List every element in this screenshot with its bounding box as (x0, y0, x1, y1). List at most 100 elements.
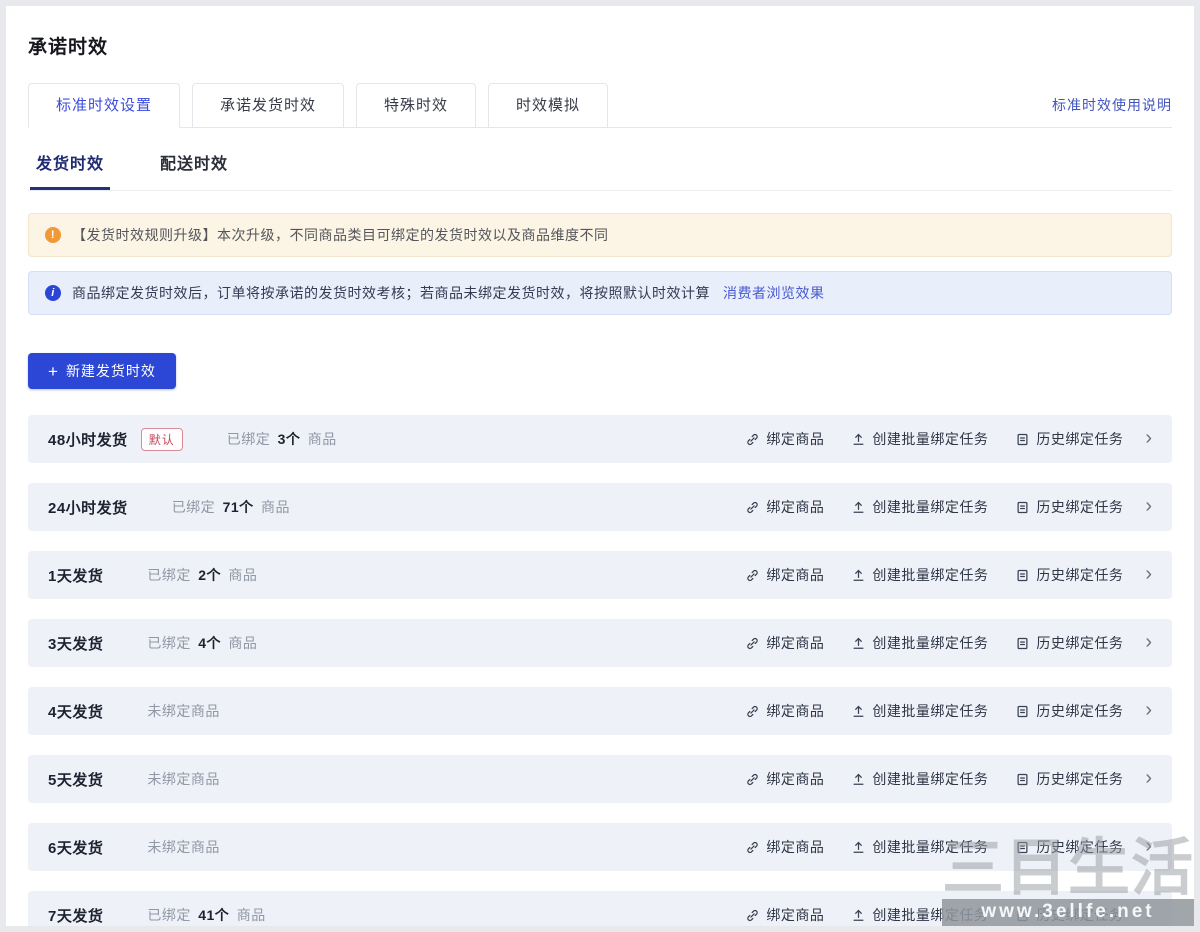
document-icon (1015, 432, 1030, 447)
history-bind-task-label: 历史绑定任务 (1036, 565, 1123, 585)
create-batch-bind-task-link[interactable]: 创建批量绑定任务 (851, 905, 988, 925)
timeliness-row: 7天发货 已绑定 41个 商品 绑定商品 创建批量绑定任务 (28, 891, 1172, 932)
timeliness-row: 1天发货 已绑定 2个 商品 绑定商品 创建批量绑定任务 (28, 551, 1172, 599)
link-icon (745, 704, 760, 719)
row-title: 3天发货 (48, 633, 103, 654)
bind-product-label: 绑定商品 (766, 837, 824, 857)
create-batch-bind-task-link[interactable]: 创建批量绑定任务 (851, 837, 988, 857)
history-bind-task-label: 历史绑定任务 (1036, 429, 1123, 449)
bind-product-link[interactable]: 绑定商品 (745, 701, 824, 721)
main-tab-bar: 标准时效设置 承诺发货时效 特殊时效 时效模拟 标准时效使用说明 (28, 83, 1172, 128)
row-title: 1天发货 (48, 565, 103, 586)
upload-icon (851, 432, 866, 447)
sub-tab-bar: 发货时效 配送时效 (28, 146, 1172, 191)
document-icon (1015, 840, 1030, 855)
bound-info: 已绑定 3个 商品 (227, 429, 337, 449)
create-batch-bind-task-label: 创建批量绑定任务 (872, 497, 988, 517)
history-bind-task-label: 历史绑定任务 (1036, 837, 1123, 857)
create-batch-bind-task-link[interactable]: 创建批量绑定任务 (851, 701, 988, 721)
create-batch-bind-task-link[interactable]: 创建批量绑定任务 (851, 633, 988, 653)
create-batch-bind-task-label: 创建批量绑定任务 (872, 701, 988, 721)
bind-product-label: 绑定商品 (766, 905, 824, 925)
page-title: 承诺时效 (28, 32, 1172, 59)
bound-info: 未绑定商品 (147, 701, 220, 721)
link-icon (745, 636, 760, 651)
bind-product-link[interactable]: 绑定商品 (745, 565, 824, 585)
row-title: 6天发货 (48, 837, 103, 858)
subtab-delivery-timeliness[interactable]: 配送时效 (154, 146, 234, 190)
timeliness-row: 6天发货 未绑定商品 绑定商品 创建批量绑定任务 (28, 823, 1172, 871)
bound-info: 已绑定 4个 商品 (147, 633, 257, 653)
tab-timeliness-simulation[interactable]: 时效模拟 (488, 83, 608, 128)
chevron-right-icon[interactable]: › (1145, 496, 1152, 516)
history-bind-task-link[interactable]: 历史绑定任务 (1015, 769, 1123, 789)
row-title: 5天发货 (48, 769, 103, 790)
timeliness-row: 5天发货 未绑定商品 绑定商品 创建批量绑定任务 (28, 755, 1172, 803)
chevron-right-icon[interactable]: › (1145, 700, 1152, 720)
history-bind-task-label: 历史绑定任务 (1036, 769, 1123, 789)
subtab-shipping-timeliness[interactable]: 发货时效 (30, 146, 110, 190)
document-icon (1015, 568, 1030, 583)
plus-icon: + (48, 363, 59, 380)
default-badge: 默认 (141, 428, 183, 451)
create-shipping-timeliness-button[interactable]: + 新建发货时效 (28, 353, 176, 389)
link-icon (745, 568, 760, 583)
bound-info: 未绑定商品 (147, 769, 220, 789)
history-bind-task-link[interactable]: 历史绑定任务 (1015, 429, 1123, 449)
chevron-right-icon[interactable]: › (1145, 768, 1152, 788)
standard-timeliness-usage-link[interactable]: 标准时效使用说明 (1052, 95, 1172, 115)
promised-timeliness-page: 承诺时效 标准时效设置 承诺发货时效 特殊时效 时效模拟 标准时效使用说明 发货… (6, 6, 1194, 926)
link-icon (745, 772, 760, 787)
rule-upgrade-banner: ! 【发货时效规则升级】本次升级，不同商品类目可绑定的发货时效以及商品维度不同 (28, 213, 1172, 257)
history-bind-task-link[interactable]: 历史绑定任务 (1015, 837, 1123, 857)
bind-product-link[interactable]: 绑定商品 (745, 837, 824, 857)
bind-product-label: 绑定商品 (766, 497, 824, 517)
bind-product-link[interactable]: 绑定商品 (745, 497, 824, 517)
create-batch-bind-task-label: 创建批量绑定任务 (872, 633, 988, 653)
document-icon (1015, 636, 1030, 651)
document-icon (1015, 772, 1030, 787)
upload-icon (851, 772, 866, 787)
bind-product-link[interactable]: 绑定商品 (745, 769, 824, 789)
app-window: 承诺时效 标准时效设置 承诺发货时效 特殊时效 时效模拟 标准时效使用说明 发货… (0, 0, 1200, 932)
tab-special-timeliness[interactable]: 特殊时效 (356, 83, 476, 128)
create-batch-bind-task-link[interactable]: 创建批量绑定任务 (851, 565, 988, 585)
link-icon (745, 840, 760, 855)
history-bind-task-link[interactable]: 历史绑定任务 (1015, 565, 1123, 585)
history-bind-task-link[interactable]: 历史绑定任务 (1015, 701, 1123, 721)
bind-product-label: 绑定商品 (766, 769, 824, 789)
history-bind-task-link[interactable]: 历史绑定任务 (1015, 633, 1123, 653)
history-bind-task-link[interactable]: 历史绑定任务 (1015, 905, 1123, 925)
history-bind-task-label: 历史绑定任务 (1036, 701, 1123, 721)
create-batch-bind-task-label: 创建批量绑定任务 (872, 429, 988, 449)
bind-product-link[interactable]: 绑定商品 (745, 905, 824, 925)
bind-product-link[interactable]: 绑定商品 (745, 633, 824, 653)
tab-standard-timeliness-settings[interactable]: 标准时效设置 (28, 83, 180, 128)
tab-promised-shipping-timeliness[interactable]: 承诺发货时效 (192, 83, 344, 128)
create-batch-bind-task-link[interactable]: 创建批量绑定任务 (851, 769, 988, 789)
create-button-label: 新建发货时效 (66, 361, 156, 381)
warning-icon: ! (45, 227, 61, 243)
upload-icon (851, 636, 866, 651)
create-batch-bind-task-label: 创建批量绑定任务 (872, 837, 988, 857)
chevron-right-icon[interactable]: › (1145, 904, 1152, 924)
chevron-right-icon[interactable]: › (1145, 836, 1152, 856)
history-bind-task-link[interactable]: 历史绑定任务 (1015, 497, 1123, 517)
link-icon (745, 500, 760, 515)
chevron-right-icon[interactable]: › (1145, 428, 1152, 448)
chevron-right-icon[interactable]: › (1145, 564, 1152, 584)
row-title: 4天发货 (48, 701, 103, 722)
chevron-right-icon[interactable]: › (1145, 632, 1152, 652)
timeliness-row: 3天发货 已绑定 4个 商品 绑定商品 创建批量绑定任务 (28, 619, 1172, 667)
bound-info: 已绑定 41个 商品 (147, 905, 265, 925)
bind-product-link[interactable]: 绑定商品 (745, 429, 824, 449)
timeliness-list: 48小时发货 默认 已绑定 3个 商品 绑定商品 创建批量绑定任务 (28, 415, 1172, 932)
create-batch-bind-task-label: 创建批量绑定任务 (872, 905, 988, 925)
link-icon (745, 432, 760, 447)
history-bind-task-label: 历史绑定任务 (1036, 633, 1123, 653)
consumer-browse-effect-link[interactable]: 消费者浏览效果 (723, 283, 825, 303)
create-batch-bind-task-label: 创建批量绑定任务 (872, 769, 988, 789)
upload-icon (851, 840, 866, 855)
create-batch-bind-task-link[interactable]: 创建批量绑定任务 (851, 497, 988, 517)
create-batch-bind-task-link[interactable]: 创建批量绑定任务 (851, 429, 988, 449)
